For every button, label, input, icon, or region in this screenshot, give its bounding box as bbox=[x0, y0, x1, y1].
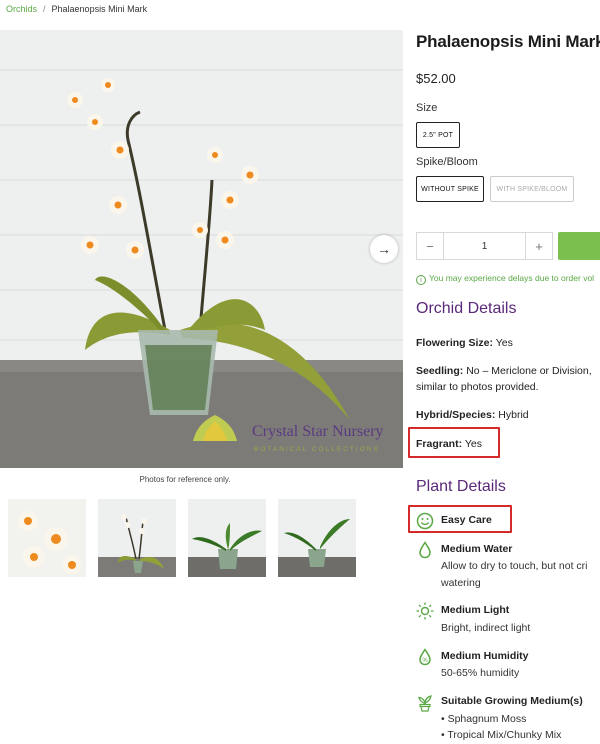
option-with-spike-bloom[interactable]: WITH SPIKE/BLOOM bbox=[490, 176, 574, 202]
thumbnail-3[interactable] bbox=[188, 499, 266, 577]
delay-notice-text: You may experience delays due to order v… bbox=[429, 273, 595, 283]
add-to-cart-button[interactable] bbox=[558, 232, 600, 260]
growing-medium-item: • Tropical Mix/Chunky Mix bbox=[441, 729, 562, 741]
plant-details-heading: Plant Details bbox=[416, 478, 506, 495]
seedling-row: Seedling: No – Mericlone or Division, bbox=[416, 363, 592, 379]
watermark-subtitle: BOTANICAL COLLECTIONS bbox=[254, 446, 380, 453]
quantity-input[interactable]: 1 bbox=[443, 233, 526, 259]
fragrant-highlight-box bbox=[408, 427, 500, 458]
flowering-size-label: Flowering Size: bbox=[416, 337, 494, 349]
main-product-photo[interactable]: Crystal Star Nursery BOTANICAL COLLECTIO… bbox=[0, 30, 403, 468]
growing-medium-title: Suitable Growing Medium(s) bbox=[441, 695, 583, 707]
photo-caption: Photos for reference only. bbox=[139, 475, 231, 484]
flowering-size-row: Flowering Size: Yes bbox=[416, 335, 513, 351]
thumbnail-side-leaves-image bbox=[278, 499, 356, 577]
breadcrumb-separator: / bbox=[43, 4, 46, 14]
info-icon: i bbox=[416, 275, 426, 285]
option-without-spike[interactable]: WITHOUT SPIKE bbox=[416, 176, 484, 202]
water-text-line-1: Allow to dry to touch, but not cri bbox=[441, 560, 588, 572]
breadcrumb-current: Phalaenopsis Mini Mark bbox=[51, 4, 148, 14]
quantity-increase-button[interactable]: + bbox=[526, 239, 552, 254]
watermark-name: Crystal Star Nursery bbox=[252, 423, 384, 440]
flowering-size-value: Yes bbox=[495, 337, 513, 349]
easy-care-highlight-box bbox=[408, 505, 512, 533]
thumbnail-leaves-image bbox=[188, 499, 266, 577]
water-drop-icon bbox=[419, 541, 431, 559]
plant-pot-icon bbox=[418, 695, 432, 712]
quantity-stepper: − 1 + bbox=[416, 232, 553, 260]
thumbnail-strip bbox=[8, 499, 356, 577]
size-label: Size bbox=[416, 102, 438, 114]
quantity-decrease-button[interactable]: − bbox=[417, 239, 443, 254]
sun-icon bbox=[416, 602, 434, 620]
product-title: Phalaenopsis Mini Mark bbox=[416, 32, 600, 51]
seedling-label: Seedling: bbox=[416, 365, 464, 377]
seedling-value-continued: similar to photos provided. bbox=[416, 381, 539, 393]
breadcrumb: Orchids / Phalaenopsis Mini Mark bbox=[6, 4, 147, 14]
orchid-details-heading: Orchid Details bbox=[416, 300, 517, 317]
seedling-value: No – Mericlone or Division, bbox=[466, 365, 592, 377]
humidity-icon: % bbox=[419, 648, 431, 666]
product-price: $52.00 bbox=[416, 71, 456, 86]
humidity-title: Medium Humidity bbox=[441, 650, 529, 662]
thumbnail-2[interactable] bbox=[98, 499, 176, 577]
size-option-2-5-pot[interactable]: 2.5" POT bbox=[416, 122, 460, 148]
thumbnail-closeup-image bbox=[8, 499, 86, 577]
light-text: Bright, indirect light bbox=[441, 622, 531, 634]
thumbnail-4[interactable] bbox=[278, 499, 356, 577]
growing-medium-item: • Sphagnum Moss bbox=[441, 713, 527, 725]
delay-notice: i You may experience delays due to order … bbox=[416, 273, 594, 285]
orchid-photo-illustration bbox=[0, 30, 403, 468]
hybrid-species-label: Hybrid/Species: bbox=[416, 409, 496, 421]
hybrid-species-row: Hybrid/Species: Hybrid bbox=[416, 407, 529, 423]
humidity-text: 50-65% humidity bbox=[441, 667, 520, 679]
arrow-right-icon: → bbox=[377, 241, 391, 257]
thumbnail-full-plant-image bbox=[98, 499, 176, 577]
light-title: Medium Light bbox=[441, 604, 510, 616]
breadcrumb-orchids-link[interactable]: Orchids bbox=[6, 4, 37, 14]
thumbnail-1[interactable] bbox=[8, 499, 86, 577]
spike-bloom-label: Spike/Bloom bbox=[416, 156, 478, 168]
hybrid-species-value: Hybrid bbox=[498, 409, 529, 421]
next-image-button[interactable]: → bbox=[370, 235, 398, 263]
water-text-line-2: watering bbox=[441, 577, 481, 589]
water-title: Medium Water bbox=[441, 543, 513, 555]
svg-text:%: % bbox=[422, 658, 428, 664]
